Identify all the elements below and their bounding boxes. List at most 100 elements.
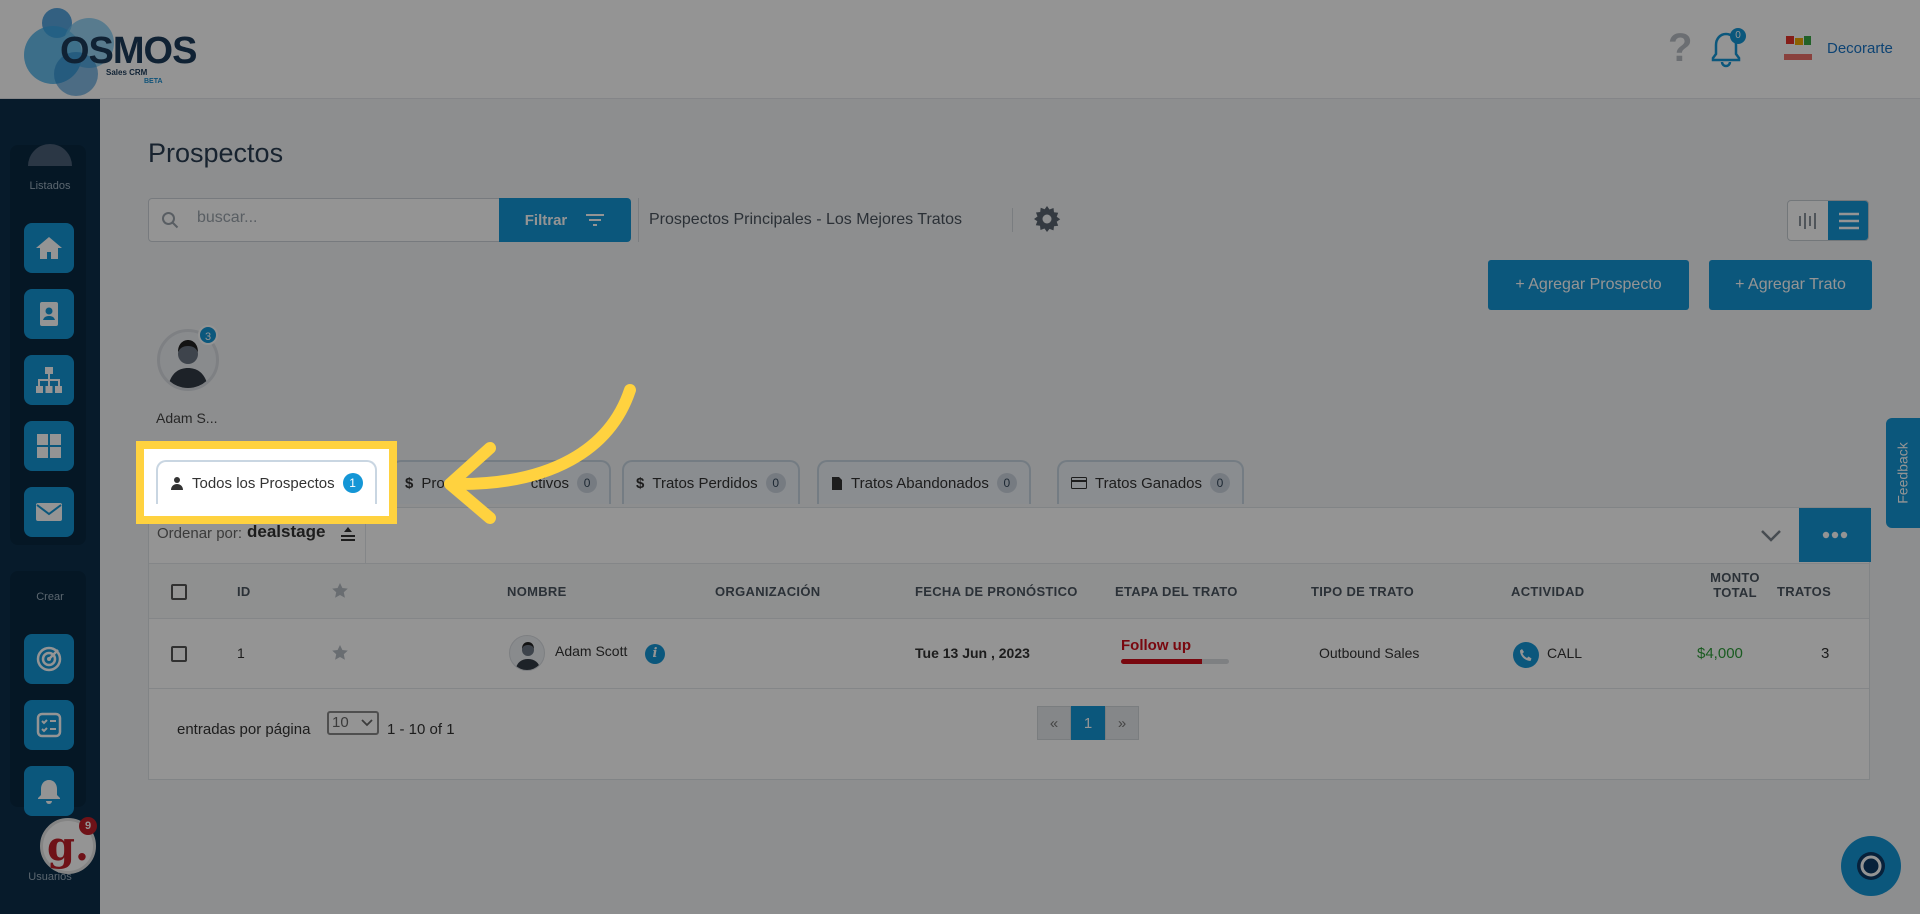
ellipsis-icon bbox=[1822, 531, 1848, 539]
col-organization[interactable]: ORGANIZACIÓN bbox=[715, 584, 820, 599]
chat-widget-icon[interactable] bbox=[1841, 836, 1901, 896]
entries-per-page-value: 10 bbox=[332, 714, 349, 731]
search-icon bbox=[161, 211, 179, 234]
feedback-label: Feedback bbox=[1895, 442, 1912, 504]
star-icon[interactable] bbox=[331, 582, 349, 604]
bell-alert-icon[interactable] bbox=[24, 766, 74, 816]
kanban-view-icon[interactable] bbox=[1788, 201, 1828, 240]
col-total-amount-line2: TOTAL bbox=[1713, 585, 1757, 600]
filter-icon bbox=[586, 214, 605, 226]
col-total-amount-line1: MONTO bbox=[1710, 570, 1760, 585]
more-options-button[interactable] bbox=[1799, 508, 1871, 562]
tab-count-badge: 0 bbox=[1210, 473, 1230, 493]
row-checkbox[interactable] bbox=[171, 646, 187, 662]
pagination-page-1[interactable]: 1 bbox=[1071, 706, 1105, 740]
row-forecast-date: Tue 13 Jun , 2023 bbox=[915, 645, 1030, 661]
company-logo[interactable] bbox=[1780, 34, 1816, 64]
info-icon[interactable]: i bbox=[645, 644, 665, 664]
star-icon[interactable] bbox=[331, 644, 349, 666]
col-deal-type[interactable]: TIPO DE TRATO bbox=[1311, 584, 1414, 599]
search-box[interactable] bbox=[148, 198, 500, 242]
divider bbox=[1012, 208, 1013, 232]
entries-per-page-label: entradas por página bbox=[177, 721, 311, 738]
logo-beta: BETA bbox=[144, 78, 163, 85]
view-toggle bbox=[1787, 200, 1869, 241]
sort-bar: Ordenar por: dealstage bbox=[149, 508, 1871, 564]
col-total-amount[interactable]: MONTO TOTAL bbox=[1705, 570, 1765, 600]
pagination-prev[interactable]: « bbox=[1037, 706, 1071, 740]
chevron-down-icon bbox=[361, 719, 373, 727]
tab-abandoned-deals[interactable]: Tratos Abandonados 0 bbox=[817, 460, 1031, 504]
tab-all-prospects-label: Todos los Prospectos bbox=[192, 474, 335, 492]
pagination-next[interactable]: » bbox=[1105, 706, 1139, 740]
table-header: ID NOMBRE ORGANIZACIÓN FECHA DE PRONÓSTI… bbox=[149, 564, 1869, 619]
col-id[interactable]: ID bbox=[237, 584, 251, 599]
logo-subtitle: Sales CRM bbox=[106, 68, 148, 77]
select-all-checkbox[interactable] bbox=[171, 584, 187, 600]
logo-text: OSMOS bbox=[60, 30, 197, 72]
deal-stage-progress-fill bbox=[1121, 659, 1202, 664]
pagination-range: 1 - 10 of 1 bbox=[387, 721, 455, 738]
sidebar-label-usuarios: Usuarios bbox=[28, 871, 72, 883]
contact-name[interactable]: Adam Scott bbox=[555, 643, 627, 659]
col-activity[interactable]: ACTIVIDAD bbox=[1511, 584, 1584, 599]
owner-name: Adam S... bbox=[156, 410, 218, 426]
sort-direction-icon[interactable] bbox=[339, 526, 357, 547]
document-icon bbox=[832, 476, 842, 490]
feedback-tab[interactable]: Feedback bbox=[1886, 418, 1920, 528]
contact-avatar bbox=[509, 635, 545, 671]
help-icon[interactable]: ? bbox=[1668, 26, 1692, 71]
chevron-down-icon[interactable] bbox=[1759, 524, 1783, 551]
entries-per-page-select[interactable]: 10 bbox=[327, 711, 379, 735]
tab-won-deals[interactable]: Tratos Ganados 0 bbox=[1057, 460, 1244, 504]
sort-field[interactable]: dealstage bbox=[247, 522, 325, 542]
row-activity[interactable]: CALL bbox=[1547, 645, 1582, 661]
phone-icon[interactable] bbox=[1513, 642, 1539, 668]
osmos-logo[interactable]: OSMOS Sales CRM BETA bbox=[24, 8, 197, 96]
row-deal-type: Outbound Sales bbox=[1319, 645, 1420, 661]
row-total-amount: $4,000 bbox=[1697, 645, 1743, 662]
table-row[interactable]: 1 Adam Scott i Tue 13 Jun , 2023 Follow … bbox=[149, 619, 1869, 689]
target-icon[interactable] bbox=[24, 634, 74, 684]
tab-count-badge: 1 bbox=[342, 473, 363, 493]
prospects-table-card: Ordenar por: dealstage ID NOMBRE ORGANIZ… bbox=[148, 507, 1871, 780]
user-icon bbox=[171, 477, 183, 490]
row-id: 1 bbox=[237, 645, 245, 661]
page-title: Prospectos bbox=[148, 138, 284, 168]
sort-label: Ordenar por: bbox=[157, 525, 243, 542]
sidebar-label-crear: Crear bbox=[36, 591, 64, 603]
tab-all-prospects[interactable]: Todos los Prospectos 1 bbox=[156, 460, 377, 504]
add-prospect-button[interactable]: + Agregar Prospecto bbox=[1488, 260, 1689, 310]
add-deal-button[interactable]: + Agregar Trato bbox=[1709, 260, 1872, 310]
top-header: OSMOS Sales CRM BETA ? 0 Decorarte bbox=[0, 0, 1920, 99]
company-name[interactable]: Decorarte bbox=[1827, 40, 1893, 57]
tab-count-badge: 0 bbox=[996, 473, 1017, 493]
tab-abandoned-deals-label: Tratos Abandonados bbox=[851, 474, 989, 492]
tab-count-badge: 0 bbox=[765, 473, 786, 493]
list-view-icon[interactable] bbox=[1828, 201, 1868, 240]
notifications-bell-icon[interactable]: 0 bbox=[1710, 28, 1746, 68]
org-chart-icon[interactable] bbox=[24, 355, 74, 405]
checklist-icon[interactable] bbox=[24, 700, 74, 750]
row-deals-count: 3 bbox=[1821, 645, 1830, 662]
gear-icon[interactable] bbox=[1032, 204, 1062, 239]
home-icon[interactable] bbox=[24, 223, 74, 273]
search-input[interactable] bbox=[197, 209, 487, 227]
tutorial-arrow-icon bbox=[444, 384, 636, 524]
col-name[interactable]: NOMBRE bbox=[507, 584, 567, 599]
owner-deal-count: 3 bbox=[198, 325, 218, 345]
col-deal-stage[interactable]: ETAPA DEL TRATO bbox=[1115, 584, 1238, 599]
col-forecast-date[interactable]: FECHA DE PRONÓSTICO bbox=[915, 584, 1078, 599]
pipeline-selector[interactable]: Prospectos Principales - Los Mejores Tra… bbox=[638, 198, 962, 242]
deal-stage-progress bbox=[1121, 659, 1229, 664]
grid-icon[interactable] bbox=[24, 421, 74, 471]
mail-icon[interactable] bbox=[24, 487, 74, 537]
sidebar-label-listados: Listados bbox=[29, 180, 71, 192]
tab-won-deals-label: Tratos Ganados bbox=[1095, 474, 1202, 492]
col-deals[interactable]: TRATOS bbox=[1777, 584, 1831, 599]
filter-button[interactable]: Filtrar bbox=[499, 198, 631, 242]
row-deal-stage[interactable]: Follow up bbox=[1121, 637, 1191, 654]
g-chat-badge[interactable]: g. 9 bbox=[40, 817, 97, 874]
contact-card-icon[interactable] bbox=[24, 289, 74, 339]
notifications-count: 0 bbox=[1730, 28, 1746, 44]
